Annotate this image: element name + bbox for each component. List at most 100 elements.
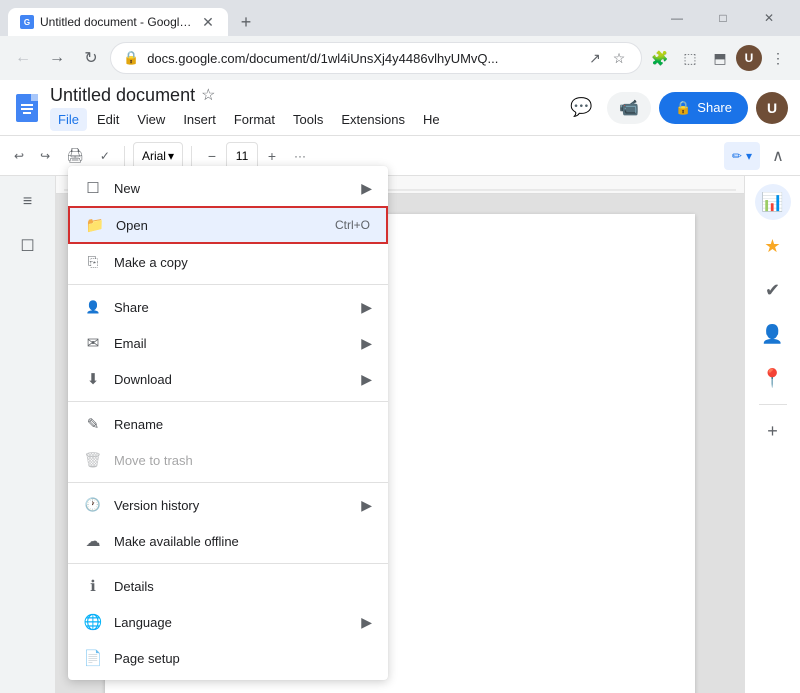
open-label: Open — [116, 218, 323, 233]
sidebar-toggle[interactable]: ⬒ — [706, 44, 734, 72]
language-label: Language — [114, 615, 349, 630]
share-lock-icon: 🔒 — [675, 100, 691, 116]
menu-item-email[interactable]: ✉ Email ▶ — [68, 325, 388, 361]
page-setup-label: Page setup — [114, 651, 372, 666]
menu-tools[interactable]: Tools — [285, 108, 331, 131]
docs-logo[interactable] — [12, 93, 42, 123]
show-pages-button[interactable]: ☐ — [10, 228, 46, 264]
edit-mode-button[interactable]: ✏ ▾ — [724, 142, 760, 170]
star-button[interactable]: ☆ — [201, 85, 215, 105]
menu-insert[interactable]: Insert — [175, 108, 224, 131]
add-panel-button[interactable]: + — [755, 413, 791, 449]
share-page-icon[interactable]: ↗ — [585, 48, 605, 68]
menu-item-version-history[interactable]: 🕐 Version history ▶ — [68, 487, 388, 523]
tab-favicon: G — [20, 15, 34, 29]
menu-item-language[interactable]: 🌐 Language ▶ — [68, 604, 388, 640]
menu-help[interactable]: He — [415, 108, 448, 131]
tab-close-button[interactable]: ✕ — [200, 14, 216, 30]
minimize-button[interactable]: — — [654, 0, 700, 36]
meet-icon: 📹 — [619, 98, 639, 118]
extensions-icon[interactable]: 🧩 — [646, 44, 674, 72]
reload-button[interactable]: ↻ — [76, 43, 106, 73]
open-shortcut: Ctrl+O — [335, 218, 370, 232]
tab-title: Untitled document - Google Doc... — [40, 15, 194, 29]
more-actions-icon[interactable]: ⋮ — [764, 44, 792, 72]
email-icon: ✉ — [84, 334, 102, 352]
offline-icon: ☁ — [84, 532, 102, 550]
new-label: New — [114, 181, 349, 196]
edit-icon: ✏ — [732, 149, 742, 163]
contacts-button[interactable]: 👤 — [755, 316, 791, 352]
menu-item-rename[interactable]: ✎ Rename — [68, 406, 388, 442]
undo-button[interactable]: ↩ — [8, 142, 30, 170]
email-arrow: ▶ — [361, 335, 372, 352]
new-tab-button[interactable]: + — [232, 8, 260, 36]
menu-item-share[interactable]: 👤 Share ▶ — [68, 289, 388, 325]
back-button[interactable]: ← — [8, 43, 38, 73]
tasks-button[interactable]: ✔ — [755, 272, 791, 308]
details-label: Details — [114, 579, 372, 594]
redo-button[interactable]: ↪ — [34, 142, 56, 170]
share-icon: 👤 — [84, 298, 102, 316]
trash-label: Move to trash — [114, 453, 372, 468]
menu-item-offline[interactable]: ☁ Make available offline — [68, 523, 388, 559]
maps-button[interactable]: 📍 — [755, 360, 791, 396]
menu-extensions[interactable]: Extensions — [333, 108, 413, 131]
trash-icon: 🗑 — [84, 451, 102, 469]
browser-actions: 🧩 ⬚ ⬒ U ⋮ — [646, 44, 792, 72]
docs-title-area: Untitled document ☆ File Edit View Inser… — [50, 85, 555, 131]
meet-button[interactable]: 📹 — [607, 92, 651, 124]
docs-header-actions: 💬 📹 🔒 Share U — [563, 90, 788, 126]
language-arrow: ▶ — [361, 614, 372, 631]
bookmark-icon[interactable]: ☆ — [609, 48, 629, 68]
font-name: Arial — [142, 149, 166, 163]
menu-view[interactable]: View — [129, 108, 173, 131]
menu-format[interactable]: Format — [226, 108, 283, 131]
show-outline-button[interactable]: ≡ — [10, 184, 46, 220]
address-text: docs.google.com/document/d/1wl4iUnsXj4y4… — [147, 51, 577, 66]
keep-button[interactable]: ★ — [755, 228, 791, 264]
smart-canvas-button[interactable]: 📊 — [755, 184, 791, 220]
menu-item-make-copy[interactable]: ⎘ Make a copy — [68, 244, 388, 280]
share-label: Share — [114, 300, 349, 315]
font-size-plus[interactable]: + — [260, 144, 284, 168]
menu-item-open[interactable]: 📁 Open Ctrl+O — [68, 206, 388, 244]
docs-right-panel: 📊 ★ ✔ 👤 📍 + — [744, 176, 800, 693]
menu-item-download[interactable]: ⬇ Download ▶ — [68, 361, 388, 397]
menu-item-details[interactable]: ℹ Details — [68, 568, 388, 604]
address-icons: ↗ ☆ — [585, 48, 629, 68]
menu-edit[interactable]: Edit — [89, 108, 127, 131]
make-copy-label: Make a copy — [114, 255, 372, 270]
active-tab[interactable]: G Untitled document - Google Doc... ✕ — [8, 8, 228, 36]
docs-sidebar-left: ≡ ☐ — [0, 176, 56, 693]
menu-item-new[interactable]: ☐ New ▶ — [68, 170, 388, 206]
profile-extensions-icon[interactable]: ⬚ — [676, 44, 704, 72]
forward-button[interactable]: → — [42, 43, 72, 73]
font-size-minus[interactable]: − — [200, 144, 224, 168]
download-icon: ⬇ — [84, 370, 102, 388]
share-arrow: ▶ — [361, 299, 372, 316]
menu-item-page-setup[interactable]: 📄 Page setup — [68, 640, 388, 676]
version-history-label: Version history — [114, 498, 349, 513]
make-copy-icon: ⎘ — [84, 253, 102, 271]
divider-2 — [68, 401, 388, 402]
file-menu-dropdown: ☐ New ▶ 📁 Open Ctrl+O ⎘ Make a copy 👤 Sh… — [68, 166, 388, 680]
edit-mode-arrow: ▾ — [746, 149, 752, 163]
close-button[interactable]: ✕ — [746, 0, 792, 36]
menu-file[interactable]: File — [50, 108, 87, 131]
download-label: Download — [114, 372, 349, 387]
window-controls: — □ ✕ — [654, 0, 792, 36]
profile-avatar[interactable]: U — [736, 45, 762, 71]
doc-title[interactable]: Untitled document — [50, 85, 195, 106]
toolbar-sep-2 — [191, 146, 192, 166]
tab-favicon-letter: G — [24, 18, 30, 27]
collapse-toolbar-button[interactable]: ∧ — [764, 142, 792, 170]
comments-button[interactable]: 💬 — [563, 90, 599, 126]
security-icon: 🔒 — [123, 50, 139, 66]
user-avatar[interactable]: U — [756, 92, 788, 124]
language-icon: 🌐 — [84, 613, 102, 631]
address-bar[interactable]: 🔒 docs.google.com/document/d/1wl4iUnsXj4… — [110, 42, 642, 74]
email-label: Email — [114, 336, 349, 351]
maximize-button[interactable]: □ — [700, 0, 746, 36]
share-button[interactable]: 🔒 Share — [659, 92, 748, 124]
